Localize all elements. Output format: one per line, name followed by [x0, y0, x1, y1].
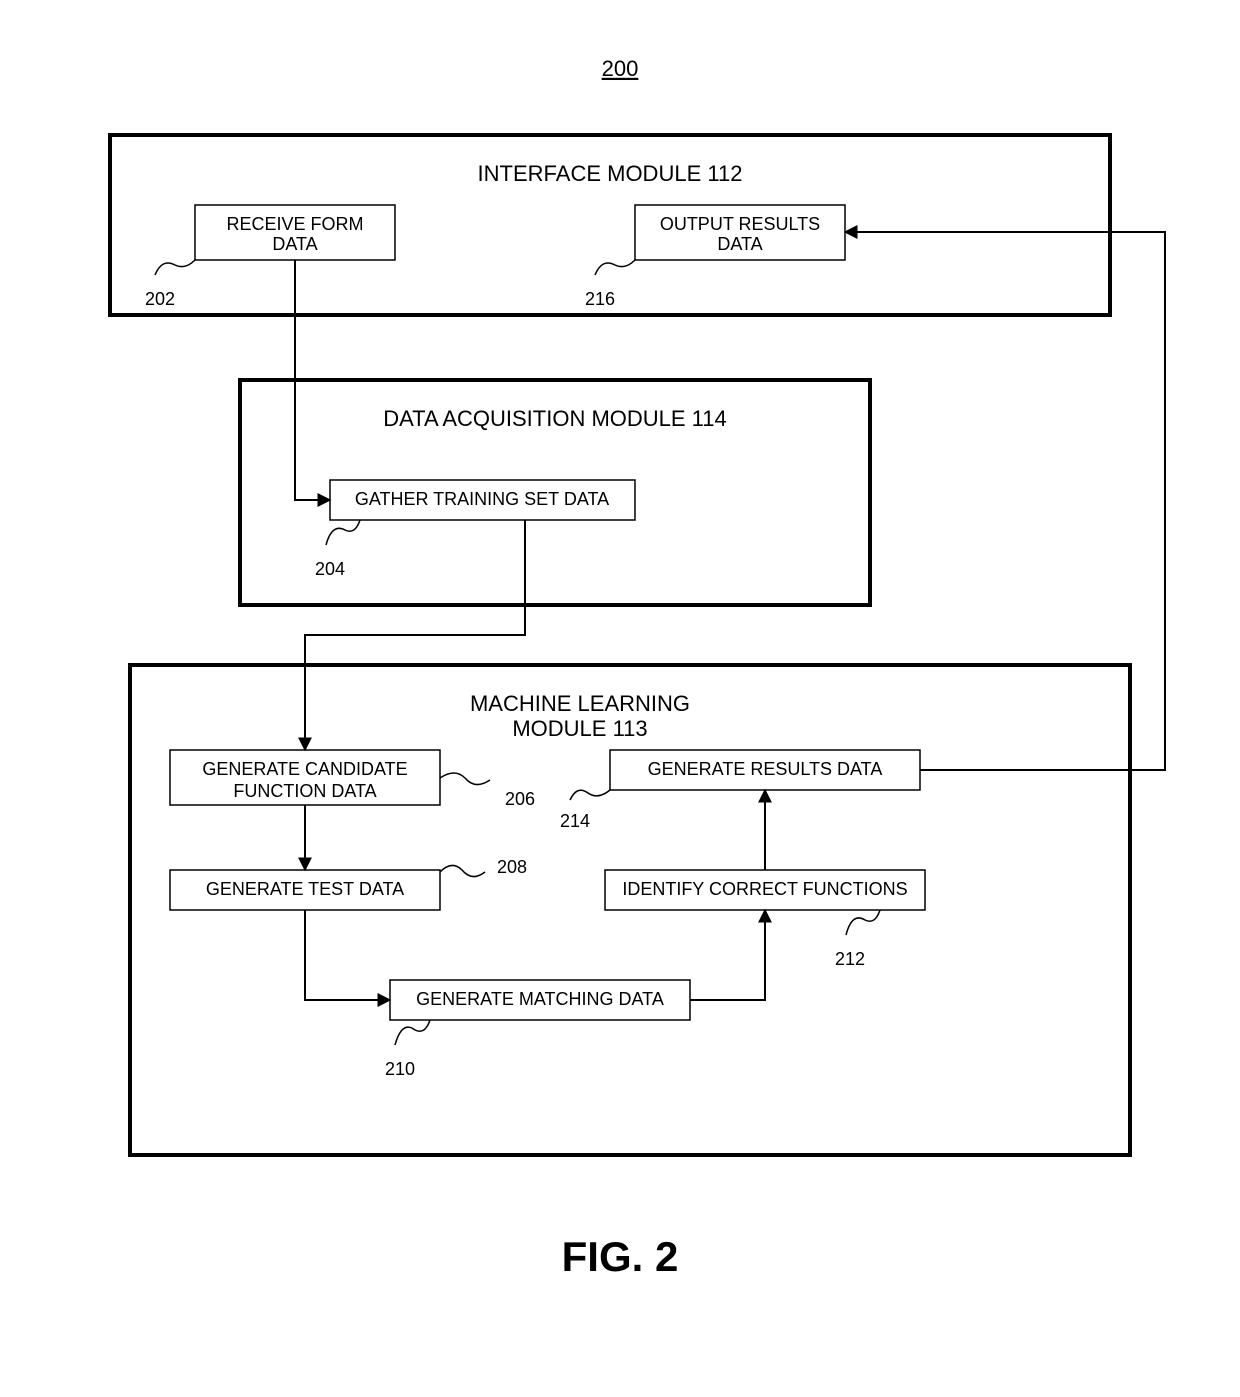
ref-210-squiggle [395, 1020, 430, 1045]
output-results-data-l2: DATA [717, 234, 762, 254]
ref-212-squiggle [846, 910, 880, 935]
gen-test-label: GENERATE TEST DATA [206, 879, 404, 899]
ref-212: 212 [835, 949, 865, 969]
gen-candidate-l2: FUNCTION DATA [233, 781, 376, 801]
ref-206-squiggle [440, 773, 490, 785]
gen-results-label: GENERATE RESULTS DATA [648, 759, 883, 779]
interface-module-title: INTERFACE MODULE 112 [478, 161, 743, 186]
gen-candidate-l1: GENERATE CANDIDATE [202, 759, 407, 779]
arrow-214-to-216 [845, 232, 1165, 770]
ml-module-title-2: MODULE 113 [512, 716, 647, 741]
receive-form-data-l2: DATA [272, 234, 317, 254]
page-ref: 200 [602, 56, 639, 81]
ref-204-squiggle [326, 520, 360, 545]
ml-module-title-1: MACHINE LEARNING [470, 691, 690, 716]
ref-208: 208 [497, 857, 527, 877]
ref-216-squiggle [595, 260, 635, 275]
arrow-208-to-210 [305, 910, 390, 1000]
gen-match-label: GENERATE MATCHING DATA [416, 989, 664, 1009]
figure-caption: FIG. 2 [562, 1233, 679, 1280]
figure-2-diagram: 200 INTERFACE MODULE 112 RECEIVE FORM DA… [0, 0, 1240, 1397]
ref-210: 210 [385, 1059, 415, 1079]
arrow-210-to-212 [690, 910, 765, 1000]
ref-202-squiggle [155, 260, 195, 275]
ref-214-squiggle [570, 790, 610, 800]
data-acq-module-title: DATA ACQUISITION MODULE 114 [383, 406, 727, 431]
output-results-data-l1: OUTPUT RESULTS [660, 214, 820, 234]
ref-206: 206 [505, 789, 535, 809]
receive-form-data-l1: RECEIVE FORM [226, 214, 363, 234]
ref-214: 214 [560, 811, 590, 831]
ref-208-squiggle [440, 865, 485, 876]
ref-204: 204 [315, 559, 345, 579]
ref-202: 202 [145, 289, 175, 309]
ref-216: 216 [585, 289, 615, 309]
gather-training-label: GATHER TRAINING SET DATA [355, 489, 609, 509]
identify-label: IDENTIFY CORRECT FUNCTIONS [622, 879, 907, 899]
